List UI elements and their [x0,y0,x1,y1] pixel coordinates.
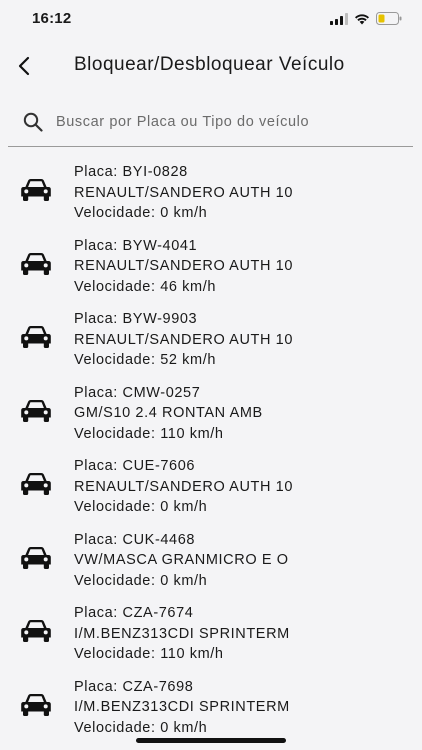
car-icon [21,399,51,422]
signal-icon [330,12,348,25]
search-bar [8,102,413,147]
vehicle-plate: Placa: BYW-9903 [74,311,198,327]
vehicle-list-item[interactable]: Placa: BYW-9903 RENAULT/SANDERO AUTH 10 … [0,303,422,377]
vehicle-model: GM/S10 2.4 RONTAN AMB [74,405,263,421]
vehicle-speed: Velocidade: 110 km/h [74,425,224,442]
car-icon [21,620,51,642]
vehicle-list: Placa: BYI-0828 RENAULT/SANDERO AUTH 10 … [0,156,422,750]
battery-icon [376,12,402,25]
vehicle-speed: Velocidade: 0 km/h [74,572,208,589]
car-icon [21,546,51,569]
vehicle-model: I/M.BENZ313CDI SPRINTERM [74,625,290,642]
vehicle-model: RENAULT/SANDERO AUTH 10 [74,258,293,274]
vehicle-plate: Placa: CUE-7606 [74,458,196,474]
vehicle-speed: Velocidade: 110 km/h [74,646,224,662]
search-icon [23,112,43,132]
vehicle-list-item[interactable]: Placa: CUE-7606 RENAULT/SANDERO AUTH 10 … [0,450,422,524]
page-title: Bloquear/Desbloquear Veículo [74,54,345,75]
car-icon [21,179,51,201]
vehicle-speed: Velocidade: 46 km/h [74,278,216,295]
vehicle-speed: Velocidade: 0 km/h [74,719,208,736]
vehicle-plate: Placa: BYI-0828 [74,164,188,180]
back-button[interactable] [8,50,40,82]
vehicle-list-item[interactable]: Placa: BYW-4041 RENAULT/SANDERO AUTH 10 … [0,230,422,304]
vehicle-list-item[interactable]: Placa: CMW-0257 GM/S10 2.4 RONTAN AMB Ve… [0,377,422,451]
vehicle-speed: Velocidade: 0 km/h [74,499,208,515]
car-icon [21,693,51,716]
vehicle-model: RENAULT/SANDERO AUTH 10 [74,478,293,495]
vehicle-plate: Placa: CUK-4468 [74,531,196,548]
vehicle-model: RENAULT/SANDERO AUTH 10 [74,184,293,201]
search-input[interactable] [56,106,406,138]
header: Bloquear/Desbloquear Veículo [0,44,422,88]
car-icon [21,473,51,495]
vehicle-plate: Placa: CZA-7674 [74,605,194,621]
vehicle-plate: Placa: BYW-4041 [74,237,198,254]
status-bar: 16:12 [0,0,422,40]
vehicle-list-item[interactable]: Placa: CUK-4468 VW/MASCA GRANMICRO E O V… [0,524,422,598]
chevron-left-icon [18,56,30,76]
status-time: 16:12 [32,10,72,27]
vehicle-model: RENAULT/SANDERO AUTH 10 [74,331,293,348]
vehicle-speed: Velocidade: 0 km/h [74,205,208,221]
vehicle-model: I/M.BENZ313CDI SPRINTERM [74,699,290,715]
car-icon [21,252,51,275]
wifi-icon [355,13,369,24]
car-icon [21,326,51,348]
status-icons [330,12,402,25]
vehicle-plate: Placa: CMW-0257 [74,384,201,401]
vehicle-list-item[interactable]: Placa: BYI-0828 RENAULT/SANDERO AUTH 10 … [0,156,422,230]
vehicle-speed: Velocidade: 52 km/h [74,352,216,368]
vehicle-model: VW/MASCA GRANMICRO E O [74,552,289,568]
vehicle-list-item[interactable]: Placa: CZA-7698 I/M.BENZ313CDI SPRINTERM… [0,671,422,745]
vehicle-list-item[interactable]: Placa: CZA-7674 I/M.BENZ313CDI SPRINTERM… [0,597,422,671]
home-indicator [136,738,286,743]
vehicle-plate: Placa: CZA-7698 [74,678,194,695]
